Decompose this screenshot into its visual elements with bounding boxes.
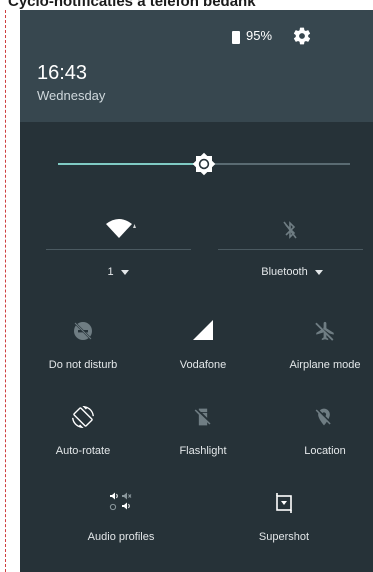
- signal-icon[interactable]: [192, 319, 214, 341]
- audio-profiles-icon[interactable]: [109, 492, 133, 512]
- battery-icon: [232, 31, 240, 44]
- airplane-off-icon[interactable]: [314, 320, 336, 342]
- do-not-disturb-icon[interactable]: [72, 320, 94, 342]
- bluetooth-label: Bluetooth: [261, 266, 308, 278]
- chevron-down-icon: [314, 269, 323, 275]
- dashed-divider: [5, 10, 6, 572]
- tile-label-flashlight: Flashlight: [179, 445, 227, 457]
- clock-time: 16:43: [37, 62, 88, 84]
- status-header: 95% 16:43 Wednesday: [20, 10, 373, 122]
- wifi-icon[interactable]: [106, 218, 136, 240]
- tile-label-audio: Audio profiles: [87, 531, 155, 543]
- clock-day: Wednesday: [37, 88, 106, 103]
- location-off-icon[interactable]: [314, 406, 334, 428]
- brightness-fill: [58, 163, 204, 165]
- bluetooth-dropdown[interactable]: Bluetooth: [232, 266, 352, 278]
- chevron-down-icon: [120, 269, 129, 275]
- tile-label-location: Location: [304, 445, 346, 457]
- quick-settings-panel: 95% 16:43 Wednesday 1 Bluetooth Do not d…: [20, 10, 373, 572]
- wifi-dropdown[interactable]: 1: [58, 266, 178, 278]
- gear-icon[interactable]: [292, 26, 312, 46]
- tile-label-vodafone: Vodafone: [179, 359, 227, 371]
- auto-rotate-icon[interactable]: [72, 406, 94, 428]
- battery-percent: 95%: [246, 28, 273, 43]
- supershot-icon[interactable]: [273, 492, 295, 514]
- tile-label-autorotate: Auto-rotate: [55, 445, 111, 457]
- tile-label-dnd: Do not disturb: [48, 359, 118, 371]
- tile-label-supershot: Supershot: [258, 531, 310, 543]
- flashlight-off-icon[interactable]: [193, 406, 213, 428]
- tile-label-airplane: Airplane mode: [289, 359, 361, 371]
- bluetooth-off-icon[interactable]: [282, 220, 298, 240]
- brightness-thumb-icon[interactable]: [192, 152, 216, 176]
- wifi-divider: [46, 249, 191, 250]
- bluetooth-divider: [218, 249, 363, 250]
- wifi-label: 1: [107, 266, 114, 278]
